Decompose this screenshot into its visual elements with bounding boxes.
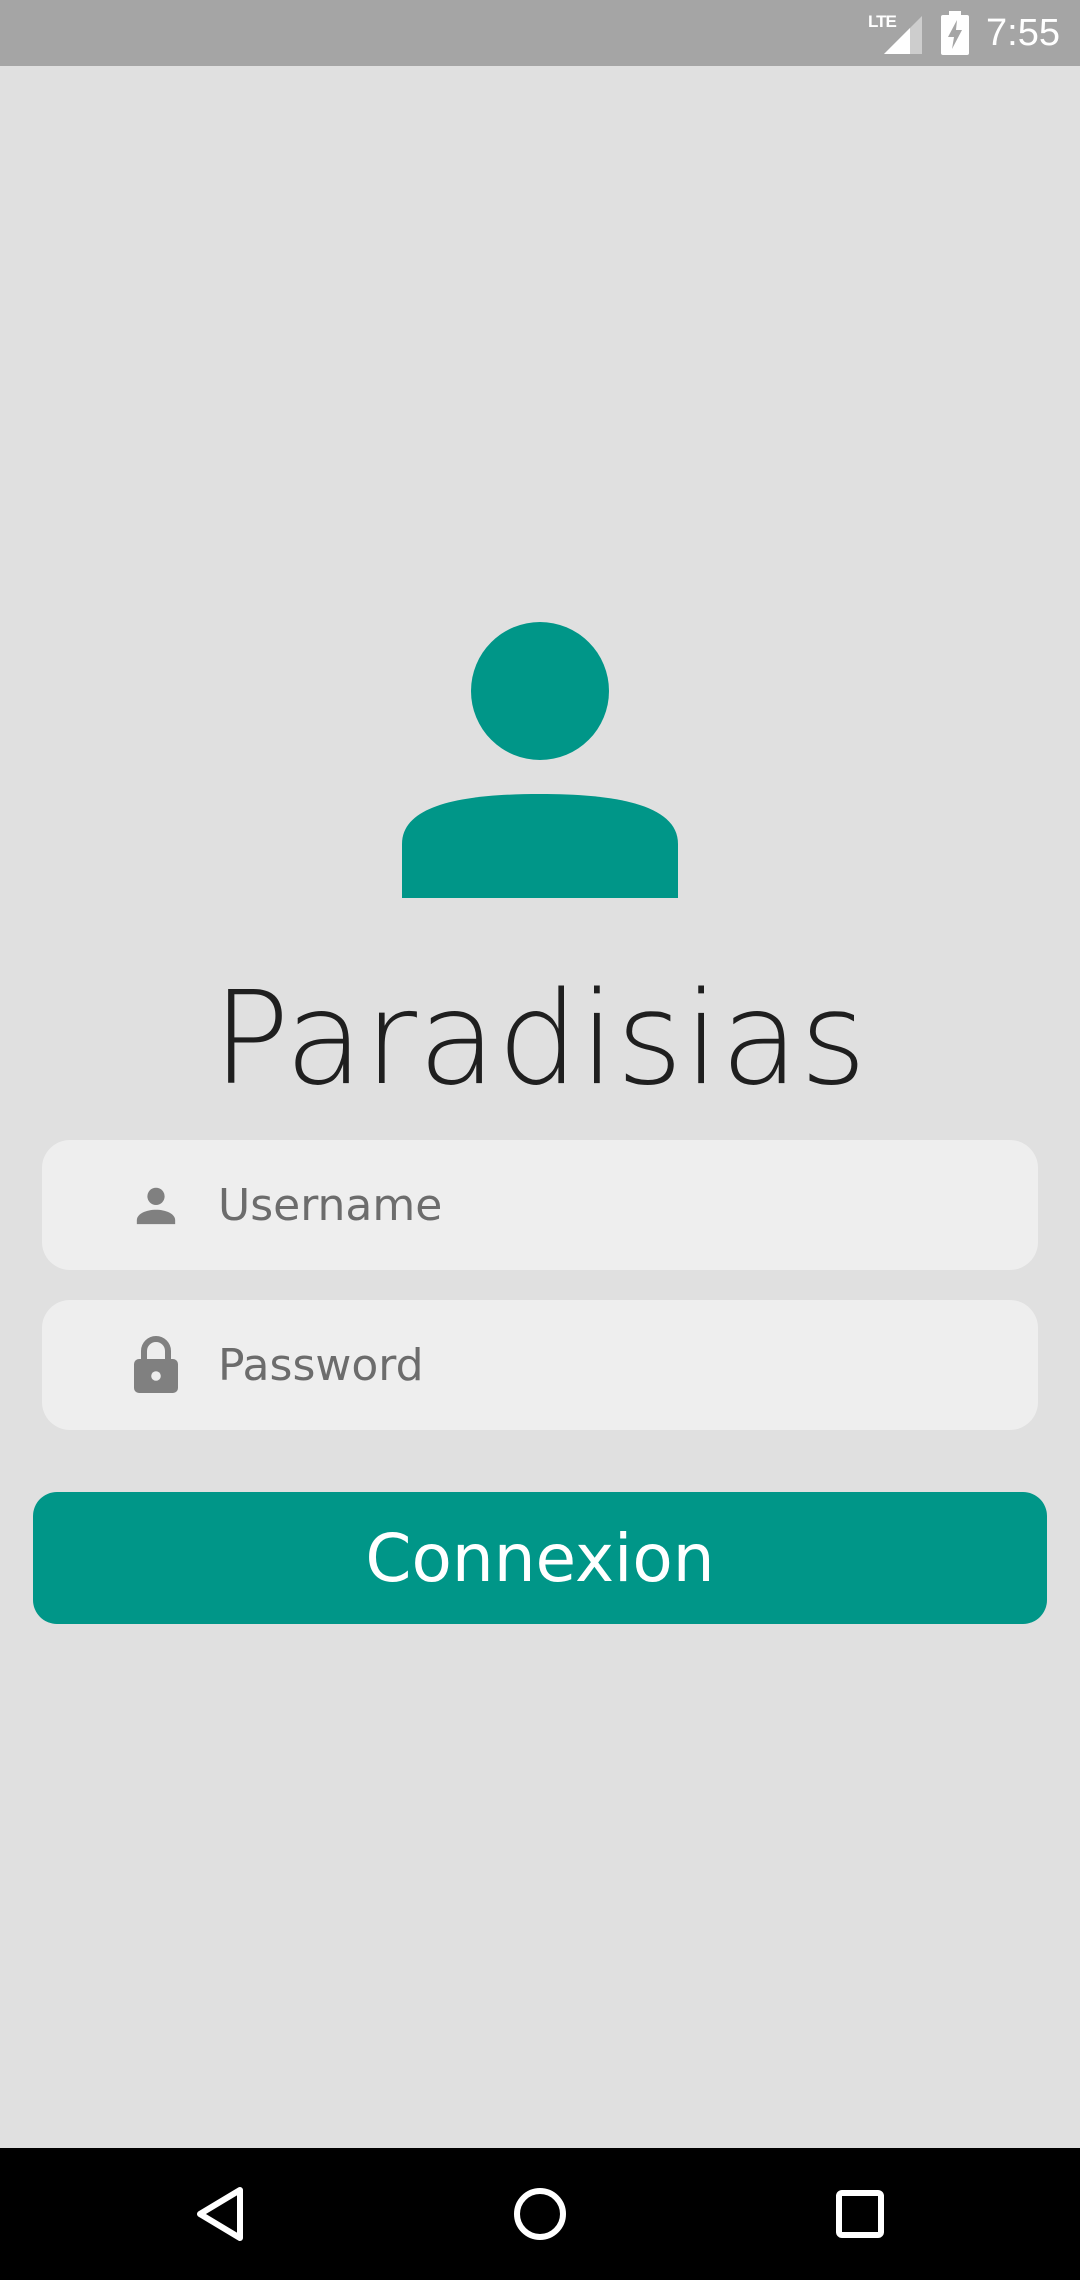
- lte-signal-icon: LTE: [868, 10, 924, 56]
- username-field[interactable]: [42, 1140, 1038, 1270]
- lock-icon: [128, 1335, 184, 1393]
- person-icon: [402, 622, 678, 898]
- password-input[interactable]: [218, 1325, 978, 1405]
- navigation-bar: [0, 2148, 1080, 2280]
- back-icon[interactable]: [188, 2182, 252, 2246]
- status-bar: LTE 7:55: [0, 0, 1080, 66]
- person-icon: [128, 1177, 184, 1233]
- recents-icon[interactable]: [828, 2182, 892, 2246]
- connexion-button[interactable]: Connexion: [33, 1492, 1047, 1624]
- status-time: 7:55: [986, 11, 1060, 54]
- password-field[interactable]: [42, 1300, 1038, 1430]
- home-icon[interactable]: [508, 2182, 572, 2246]
- username-input[interactable]: [218, 1165, 978, 1245]
- status-icons: LTE 7:55: [868, 0, 1060, 66]
- signal-icon: [884, 16, 923, 54]
- app-title: Paradisias: [212, 965, 868, 1114]
- battery-charging-icon: [940, 11, 970, 55]
